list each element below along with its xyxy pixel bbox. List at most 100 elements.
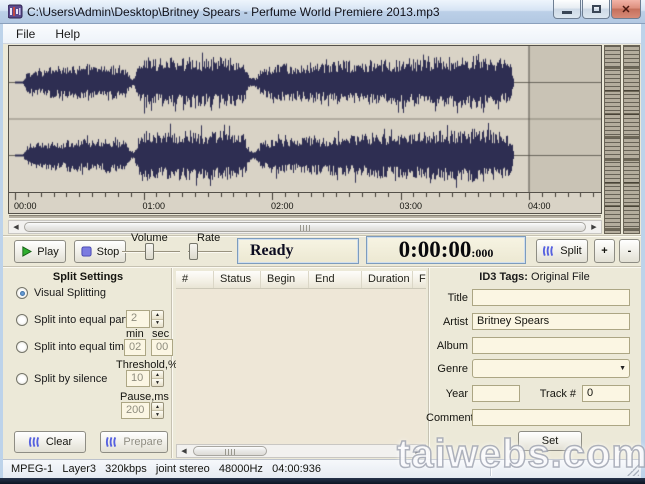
spin-down-icon[interactable]: ▼ bbox=[152, 320, 163, 328]
status-text: Ready bbox=[250, 242, 294, 260]
clear-button[interactable]: Clear bbox=[14, 431, 86, 453]
zoom-in-button[interactable]: + bbox=[594, 239, 615, 263]
title-field[interactable] bbox=[472, 289, 630, 306]
artist-label: Artist bbox=[428, 316, 468, 328]
ruler-ticks bbox=[9, 193, 601, 202]
close-icon: ✕ bbox=[621, 3, 630, 16]
scroll-left-icon[interactable]: ◀ bbox=[177, 445, 191, 457]
spin-up-icon[interactable]: ▲ bbox=[152, 371, 163, 379]
id3-header-value: Original File bbox=[531, 271, 590, 283]
column-end[interactable]: End bbox=[309, 271, 362, 288]
segments-table-header: # Status Begin End Duration Filen bbox=[176, 271, 426, 289]
spin-up-icon[interactable]: ▲ bbox=[152, 311, 163, 320]
time-ruler[interactable]: 00:0001:0002:0003:0004:00 bbox=[8, 193, 602, 214]
stop-label: Stop bbox=[97, 246, 120, 258]
separator bbox=[3, 266, 641, 268]
pause-field[interactable]: 200 bbox=[121, 402, 150, 419]
maximize-button[interactable] bbox=[582, 0, 610, 19]
year-label: Year bbox=[428, 388, 468, 400]
genre-dropdown[interactable]: ▼ bbox=[472, 359, 630, 378]
album-field[interactable] bbox=[472, 337, 630, 354]
split-button[interactable]: Split bbox=[536, 239, 588, 263]
prepare-button[interactable]: Prepare bbox=[100, 431, 168, 453]
scroll-right-icon[interactable]: ▶ bbox=[587, 221, 601, 233]
title-label: Title bbox=[428, 292, 468, 304]
parts-count-field[interactable]: 2 bbox=[126, 310, 150, 328]
minimize-button[interactable] bbox=[553, 0, 581, 19]
clear-icon bbox=[28, 436, 41, 448]
rate-label: Rate bbox=[197, 232, 220, 244]
id3-header-title: ID3 Tags: bbox=[479, 271, 528, 283]
album-label: Album bbox=[428, 340, 468, 352]
table-scrollbar[interactable]: ◀ ▶ bbox=[176, 444, 426, 458]
spin-up-icon[interactable]: ▲ bbox=[152, 403, 163, 411]
seconds-field[interactable]: 00 bbox=[151, 339, 173, 356]
timeline-label: 01:00 bbox=[143, 201, 166, 211]
stop-button[interactable]: Stop bbox=[74, 240, 126, 263]
close-button[interactable]: ✕ bbox=[611, 0, 641, 19]
comment-field[interactable] bbox=[472, 409, 630, 426]
scrollbar-grip bbox=[225, 449, 235, 455]
resize-grip-icon[interactable] bbox=[627, 464, 639, 476]
set-button[interactable]: Set bbox=[518, 431, 582, 451]
spin-down-icon[interactable]: ▼ bbox=[152, 379, 163, 386]
column-status[interactable]: Status bbox=[214, 271, 261, 288]
radio-visual-splitting[interactable]: Visual Splitting bbox=[16, 287, 106, 299]
minutes-field[interactable]: 02 bbox=[124, 339, 146, 356]
menu-file[interactable]: File bbox=[7, 25, 44, 43]
window-bottom-edge bbox=[0, 478, 645, 484]
waveform-scrollbar-thumb[interactable] bbox=[24, 222, 586, 232]
split-label: Split bbox=[560, 245, 581, 257]
column-begin[interactable]: Begin bbox=[261, 271, 309, 288]
segments-table-body[interactable] bbox=[176, 289, 426, 444]
table-scrollbar-thumb[interactable] bbox=[193, 446, 267, 456]
track-label: Track # bbox=[530, 388, 576, 400]
radio-label: Split into equal time bbox=[34, 341, 130, 353]
zoom-out-button[interactable]: - bbox=[619, 239, 640, 263]
radio-split-equal-time[interactable]: Split into equal time bbox=[16, 341, 130, 353]
volume-slider-handle[interactable] bbox=[145, 243, 154, 260]
title-bar[interactable]: C:\Users\Admin\Desktop\Britney Spears - … bbox=[0, 0, 645, 24]
clear-label: Clear bbox=[46, 436, 72, 448]
split-settings-title: Split Settings bbox=[8, 271, 168, 283]
radio-icon bbox=[16, 373, 28, 385]
statusbar-divider bbox=[490, 463, 492, 476]
column-filename[interactable]: Filen bbox=[413, 271, 426, 288]
play-label: Play bbox=[37, 246, 58, 258]
threshold-field[interactable]: 10 bbox=[126, 370, 150, 387]
radio-label: Split into equal parts bbox=[34, 314, 134, 326]
rate-slider-handle[interactable] bbox=[189, 243, 198, 260]
comment-label: Comment bbox=[426, 412, 468, 424]
parts-count-spinner[interactable]: ▲▼ bbox=[151, 310, 164, 328]
file-info-text: MPEG-1 Layer3 320kbps joint stereo 48000… bbox=[3, 463, 321, 475]
app-window: C:\Users\Admin\Desktop\Britney Spears - … bbox=[0, 0, 645, 484]
year-field[interactable] bbox=[472, 385, 520, 402]
track-field[interactable]: 0 bbox=[582, 385, 630, 402]
column-duration[interactable]: Duration bbox=[362, 271, 413, 288]
play-button[interactable]: Play bbox=[14, 240, 66, 263]
radio-split-equal-parts[interactable]: Split into equal parts bbox=[16, 314, 134, 326]
scroll-right-icon[interactable]: ▶ bbox=[411, 445, 425, 457]
column-number[interactable]: # bbox=[176, 271, 214, 288]
vertical-zoom-slider-right[interactable] bbox=[623, 45, 640, 234]
scroll-left-icon[interactable]: ◀ bbox=[9, 221, 23, 233]
radio-icon bbox=[16, 341, 28, 353]
chevron-down-icon[interactable]: ▼ bbox=[619, 365, 626, 372]
waveform-display[interactable] bbox=[8, 45, 602, 193]
menu-bar: File Help bbox=[3, 24, 641, 44]
radio-label: Split by silence bbox=[34, 373, 107, 385]
window-border-left bbox=[0, 24, 3, 478]
window-border-right bbox=[641, 24, 645, 478]
spin-down-icon[interactable]: ▼ bbox=[152, 411, 163, 418]
status-bar: MPEG-1 Layer3 320kbps joint stereo 48000… bbox=[3, 459, 641, 478]
split-icon bbox=[542, 245, 555, 257]
vertical-zoom-slider-left[interactable] bbox=[604, 45, 621, 234]
threshold-spinner[interactable]: ▲▼ bbox=[151, 370, 164, 387]
pause-spinner[interactable]: ▲▼ bbox=[151, 402, 164, 419]
waveform-canvas[interactable] bbox=[9, 46, 601, 192]
menu-help[interactable]: Help bbox=[46, 25, 89, 43]
artist-field[interactable]: Britney Spears bbox=[472, 313, 630, 330]
genre-label: Genre bbox=[428, 363, 468, 375]
waveform-scrollbar[interactable]: ◀ ▶ bbox=[8, 220, 602, 234]
radio-split-by-silence[interactable]: Split by silence bbox=[16, 373, 107, 385]
